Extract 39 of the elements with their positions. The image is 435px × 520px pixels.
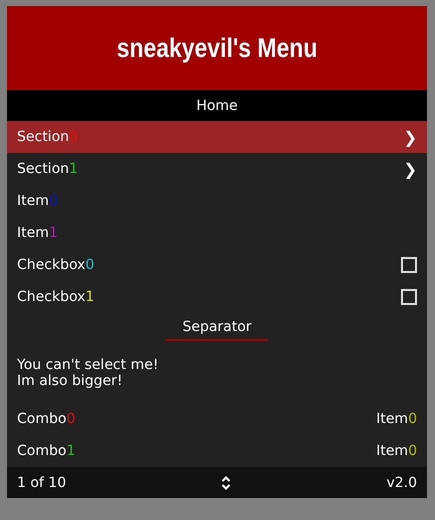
item-label: Combo — [17, 411, 66, 427]
separator-label: Separator — [166, 317, 268, 341]
combo-value-index: 0 — [408, 411, 417, 427]
item-label: Item — [17, 193, 49, 209]
chevron-right-icon: ❯ — [404, 128, 417, 146]
item-label: Item — [17, 225, 49, 241]
chevron-right-icon: ❯ — [404, 160, 417, 178]
item-index: 0 — [48, 193, 58, 209]
combo-value: Item — [376, 443, 408, 459]
page-counter: 1 of 10 — [17, 474, 66, 490]
submenu-row[interactable]: Section0 ❯ — [7, 121, 427, 153]
checkbox[interactable] — [401, 257, 417, 273]
item-label: Section — [17, 161, 70, 177]
item-label: Combo — [17, 443, 66, 459]
item-index: 1 — [85, 289, 94, 305]
item-index: 0 — [85, 257, 94, 273]
combo-value-index: 0 — [408, 443, 417, 459]
submenu-row[interactable]: Section1 ❯ — [7, 153, 427, 185]
checkbox[interactable] — [401, 289, 417, 305]
item-index: 0 — [69, 129, 78, 145]
item-label: Section — [17, 129, 70, 145]
combo-value: Item — [376, 411, 408, 427]
checkbox-row[interactable]: Checkbox0 — [7, 249, 427, 281]
item-row[interactable]: Item1 — [7, 217, 427, 249]
item-index: 0 — [66, 411, 76, 427]
version-label: v2.0 — [386, 474, 417, 490]
item-label: Checkbox — [17, 257, 86, 273]
item-index: 1 — [48, 225, 58, 241]
combo-row[interactable]: Combo0 Item0 — [7, 403, 427, 435]
combo-row[interactable]: Combo1 Item0 — [7, 435, 427, 467]
info-text: You can't select me! Im also bigger! — [16, 356, 160, 391]
checkbox-row[interactable]: Checkbox1 — [7, 281, 427, 313]
menu-subtitle: Home — [7, 90, 427, 121]
item-label: Checkbox — [17, 289, 86, 305]
item-index: 1 — [66, 443, 76, 459]
item-index: 1 — [69, 161, 78, 177]
menu-title: sneakyevil's Menu — [116, 32, 318, 64]
up-down-arrows-icon — [221, 474, 232, 490]
item-row[interactable]: Item0 — [7, 185, 427, 217]
